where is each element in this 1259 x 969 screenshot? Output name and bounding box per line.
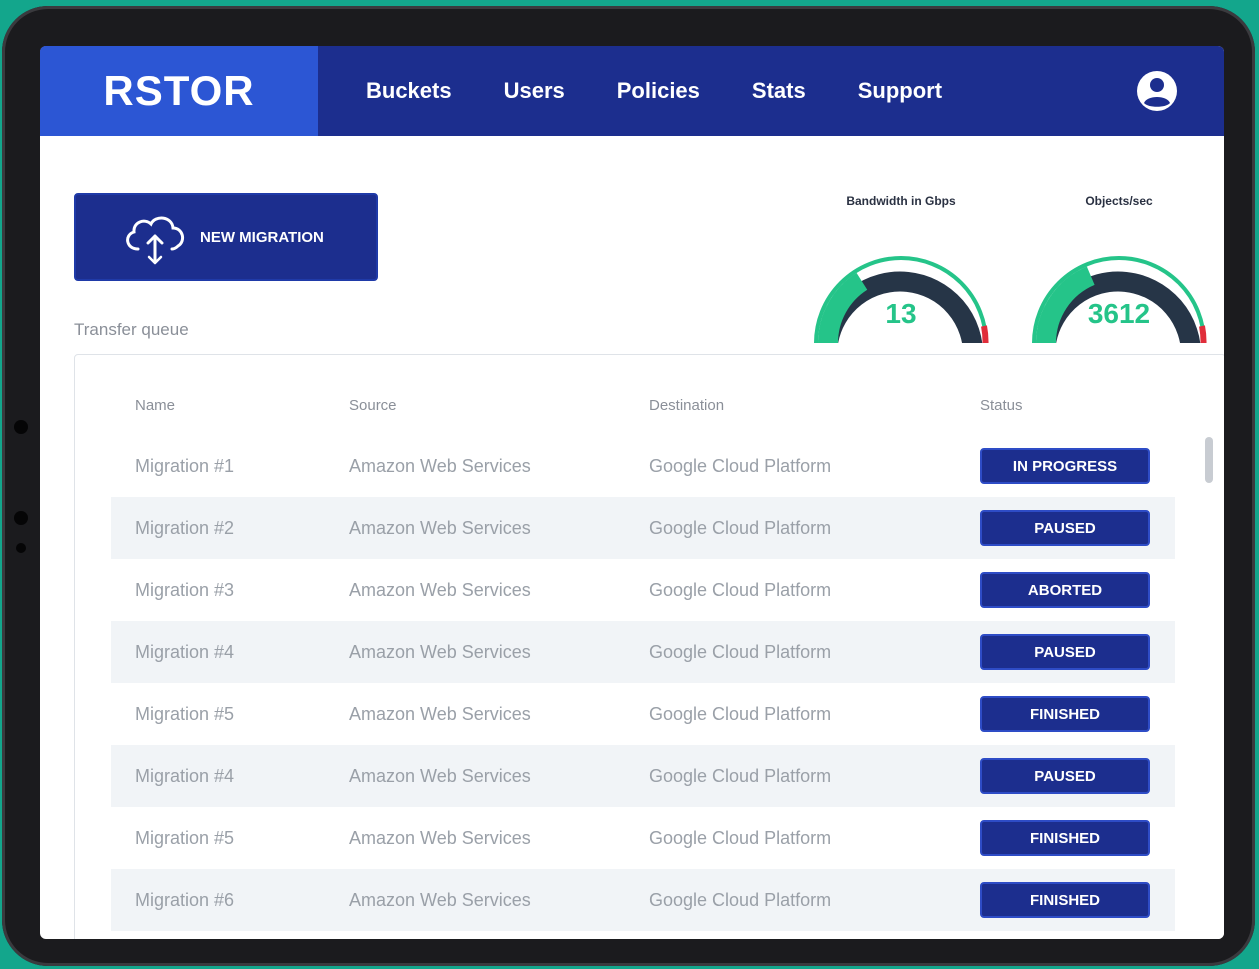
logo-block[interactable]: RSTOR <box>40 46 318 136</box>
status-badge[interactable]: IN PROGRESS <box>980 448 1150 484</box>
column-header-source[interactable]: Source <box>349 397 397 414</box>
cell-source: Amazon Web Services <box>349 766 531 786</box>
objects-per-sec-gauge: Objects/sec 3612 <box>1024 194 1214 359</box>
nav-item-buckets[interactable]: Buckets <box>366 78 452 104</box>
side-sensor <box>14 511 28 525</box>
status-badge[interactable]: FINISHED <box>980 882 1150 918</box>
status-badge[interactable]: ABORTED <box>980 572 1150 608</box>
cell-name: Migration #1 <box>135 456 235 476</box>
table-row[interactable]: Migration #5 Amazon Web Services Google … <box>111 683 1175 745</box>
column-header-destination[interactable]: Destination <box>649 397 724 414</box>
cell-destination: Google Cloud Platform <box>649 456 832 476</box>
gauge-value: 3612 <box>1087 298 1151 329</box>
cell-source: Amazon Web Services <box>349 890 531 910</box>
column-header-status[interactable]: Status <box>980 397 1023 414</box>
status-badge[interactable]: PAUSED <box>980 510 1150 546</box>
tablet-frame: RSTOR Buckets Users Policies Stats Suppo… <box>2 6 1255 966</box>
status-badge[interactable]: FINISHED <box>980 820 1150 856</box>
table-row[interactable]: Migration #4 Amazon Web Services Google … <box>111 621 1175 683</box>
cloud-upload-icon <box>126 216 185 265</box>
cell-name: Migration #5 <box>135 704 235 724</box>
cell-destination: Google Cloud Platform <box>649 890 832 910</box>
table-scrollbar[interactable] <box>1205 435 1213 939</box>
nav-item-users[interactable]: Users <box>504 78 565 104</box>
status-badge[interactable]: FINISHED <box>980 696 1150 732</box>
cell-destination: Google Cloud Platform <box>649 518 832 538</box>
cell-source: Amazon Web Services <box>349 580 531 600</box>
scrollbar-thumb[interactable] <box>1205 437 1213 483</box>
nav-item-support[interactable]: Support <box>858 78 942 104</box>
table-row[interactable]: Migration #5 Amazon Web Services Google … <box>111 807 1175 869</box>
cell-name: Migration #2 <box>135 518 235 538</box>
cell-destination: Google Cloud Platform <box>649 766 832 786</box>
column-header-name[interactable]: Name <box>135 397 175 414</box>
cell-name: Migration #3 <box>135 580 235 600</box>
new-migration-button[interactable]: NEW MIGRATION <box>74 193 378 281</box>
cell-source: Amazon Web Services <box>349 828 531 848</box>
cell-source: Amazon Web Services <box>349 518 531 538</box>
top-navbar: RSTOR Buckets Users Policies Stats Suppo… <box>40 46 1224 136</box>
bandwidth-gauge: Bandwidth in Gbps 13 <box>806 194 996 359</box>
cell-source: Amazon Web Services <box>349 456 531 476</box>
app-screen: RSTOR Buckets Users Policies Stats Suppo… <box>40 46 1224 939</box>
gauge-title: Objects/sec <box>1085 194 1153 208</box>
cell-source: Amazon Web Services <box>349 642 531 662</box>
cell-source: Amazon Web Services <box>349 704 531 724</box>
table-header: Name Source Destination Status <box>135 397 1135 417</box>
cell-name: Migration #5 <box>135 828 235 848</box>
status-badge[interactable]: PAUSED <box>980 758 1150 794</box>
cell-name: Migration #4 <box>135 766 235 786</box>
user-account-icon[interactable] <box>1136 70 1178 112</box>
table-row[interactable]: Migration #1 Amazon Web Services Google … <box>111 435 1175 497</box>
cell-destination: Google Cloud Platform <box>649 580 832 600</box>
main-nav: Buckets Users Policies Stats Support <box>366 78 994 104</box>
nav-item-stats[interactable]: Stats <box>752 78 806 104</box>
table-row[interactable]: Migration #3 Amazon Web Services Google … <box>111 559 1175 621</box>
side-sensor <box>14 420 28 434</box>
new-migration-label: NEW MIGRATION <box>200 228 324 246</box>
table-row[interactable]: Migration #4 Amazon Web Services Google … <box>111 745 1175 807</box>
table-body: Migration #1 Amazon Web Services Google … <box>111 435 1175 931</box>
cell-name: Migration #4 <box>135 642 235 662</box>
gauge-value: 13 <box>885 298 917 329</box>
cell-destination: Google Cloud Platform <box>649 828 832 848</box>
gauge-title: Bandwidth in Gbps <box>846 194 956 208</box>
table-row[interactable]: Migration #6 Amazon Web Services Google … <box>111 869 1175 931</box>
cell-destination: Google Cloud Platform <box>649 704 832 724</box>
app-logo: RSTOR <box>103 67 255 114</box>
transfer-queue-label: Transfer queue <box>74 320 189 339</box>
status-badge[interactable]: PAUSED <box>980 634 1150 670</box>
table-row[interactable]: Migration #2 Amazon Web Services Google … <box>111 497 1175 559</box>
cell-destination: Google Cloud Platform <box>649 642 832 662</box>
transfer-queue-table: Name Source Destination Status Migration… <box>74 354 1224 939</box>
nav-item-policies[interactable]: Policies <box>617 78 700 104</box>
cell-name: Migration #6 <box>135 890 235 910</box>
side-sensor <box>16 543 26 553</box>
